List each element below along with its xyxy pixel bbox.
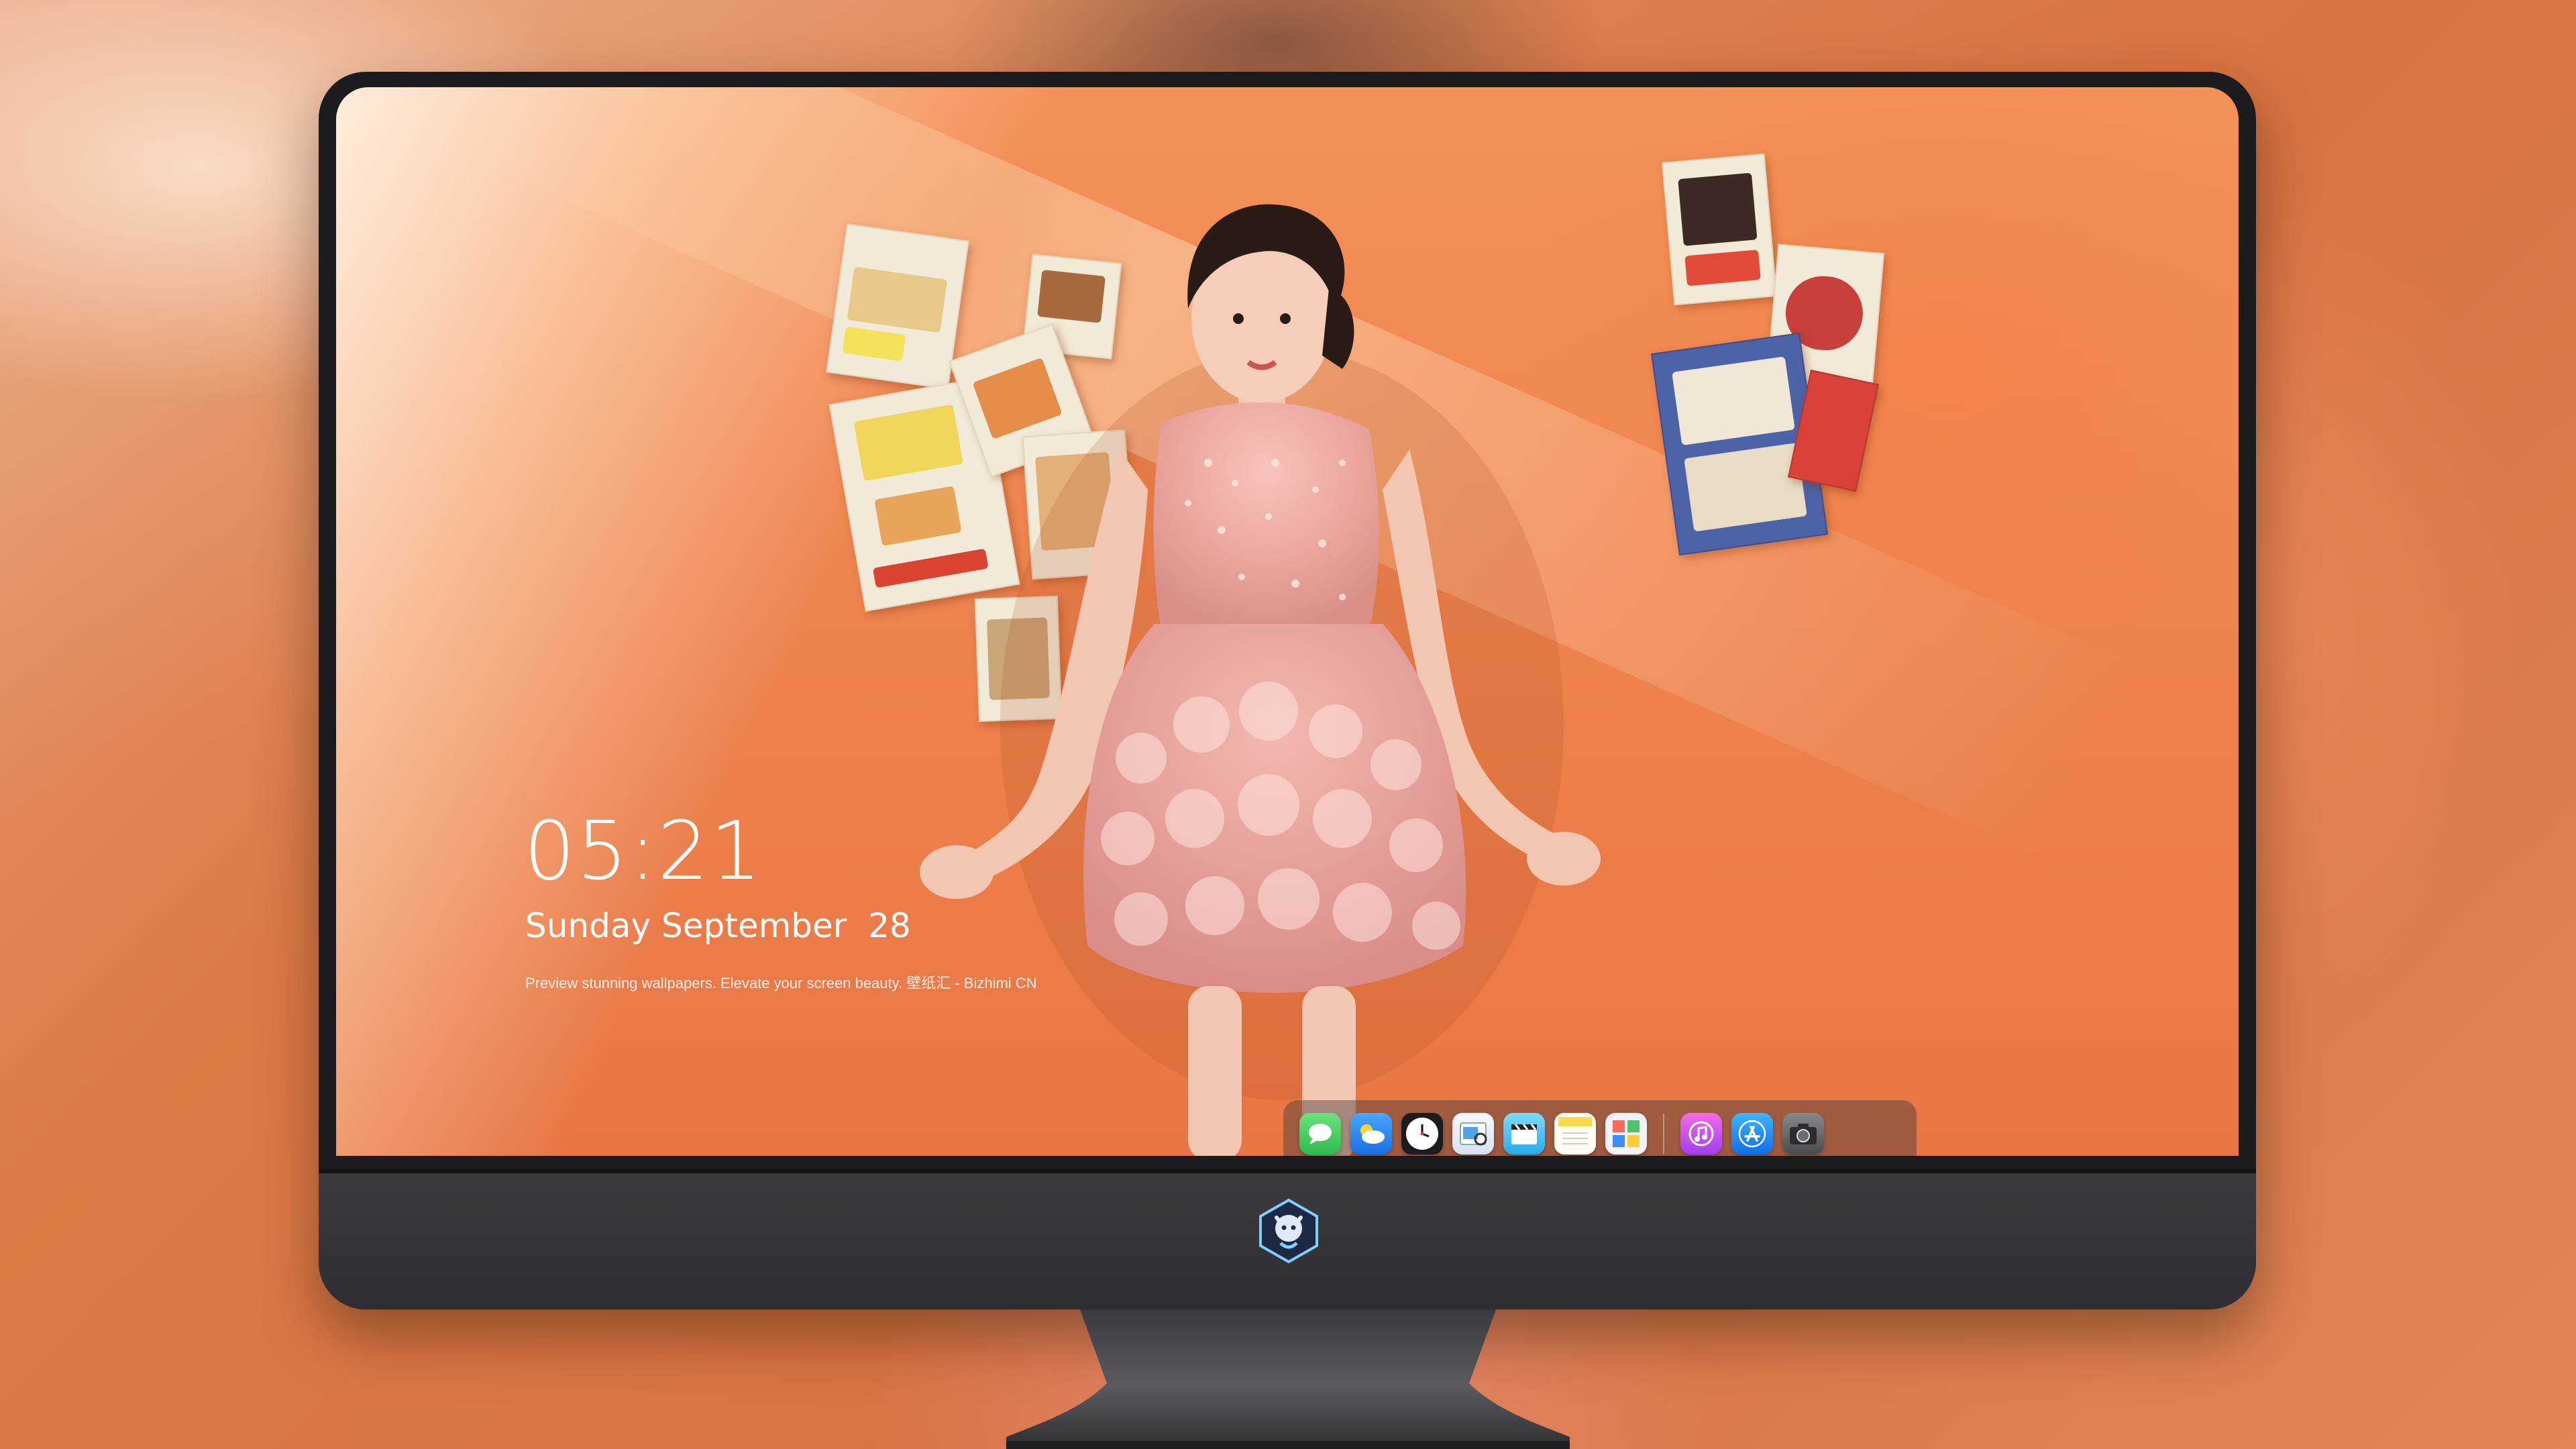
weather-icon[interactable] — [1350, 1113, 1392, 1155]
wallpaper-figure — [920, 204, 1601, 1156]
dock-separator — [1663, 1114, 1664, 1154]
clips-icon[interactable] — [1503, 1113, 1545, 1155]
monitor-stand — [1006, 1309, 1570, 1449]
itunes-icon[interactable] — [1680, 1113, 1722, 1155]
notes-icon[interactable] — [1554, 1113, 1596, 1155]
clock-date: Sunday September 28 — [525, 906, 911, 945]
wallpaper-tagline: Preview stunning wallpapers. Elevate you… — [525, 975, 1037, 991]
camera-icon[interactable] — [1782, 1113, 1824, 1155]
preview-icon[interactable] — [1452, 1113, 1494, 1155]
app-store-icon[interactable] — [1731, 1113, 1773, 1155]
photo-booth-icon[interactable] — [1605, 1113, 1647, 1155]
clock-time: 05:21 — [524, 805, 763, 898]
dock — [1283, 1100, 1917, 1156]
logo-icon — [1259, 1198, 1318, 1264]
monitor: 05:21 Sunday September 28 Preview stunni… — [319, 72, 2256, 1309]
messages-icon[interactable] — [1299, 1113, 1341, 1155]
desktop-screen: 05:21 Sunday September 28 Preview stunni… — [336, 87, 2239, 1156]
clock-icon[interactable] — [1401, 1113, 1443, 1155]
